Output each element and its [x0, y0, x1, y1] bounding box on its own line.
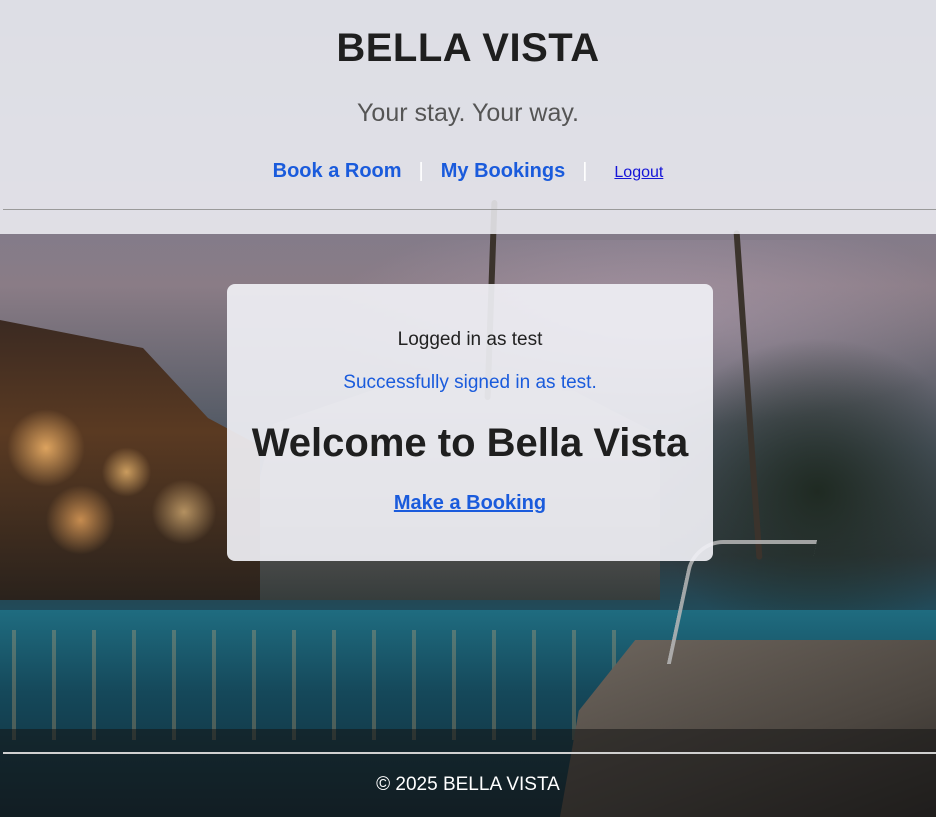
- pool-reflections: [0, 630, 620, 740]
- site-tagline: Your stay. Your way.: [357, 99, 579, 127]
- building-lights: [0, 400, 230, 560]
- page: BELLA VISTA Your stay. Your way. Book a …: [0, 0, 936, 817]
- logged-in-status: Logged in as test: [397, 329, 543, 350]
- welcome-heading: Welcome to Bella Vista: [251, 421, 689, 465]
- nav-separator: |: [582, 160, 588, 182]
- cta-container: Make a Booking: [227, 492, 713, 515]
- site-footer: © 2025 BELLA VISTA: [0, 729, 936, 817]
- flash-message: Successfully signed in as test.: [343, 372, 597, 393]
- make-booking-link[interactable]: Make a Booking: [394, 492, 546, 514]
- site-header: BELLA VISTA Your stay. Your way. Book a …: [0, 0, 936, 234]
- site-title: BELLA VISTA: [336, 26, 600, 70]
- header-divider: [3, 209, 936, 210]
- footer-divider: [3, 752, 936, 754]
- footer-copyright: © 2025 BELLA VISTA: [376, 774, 560, 795]
- main-nav: Book a Room | My Bookings | Logout: [0, 160, 936, 183]
- nav-book-room-link[interactable]: Book a Room: [273, 160, 402, 183]
- nav-my-bookings-link[interactable]: My Bookings: [441, 160, 565, 183]
- logout-link[interactable]: Logout: [614, 164, 663, 182]
- welcome-card: Logged in as test Successfully signed in…: [227, 284, 713, 561]
- nav-separator: |: [418, 160, 424, 182]
